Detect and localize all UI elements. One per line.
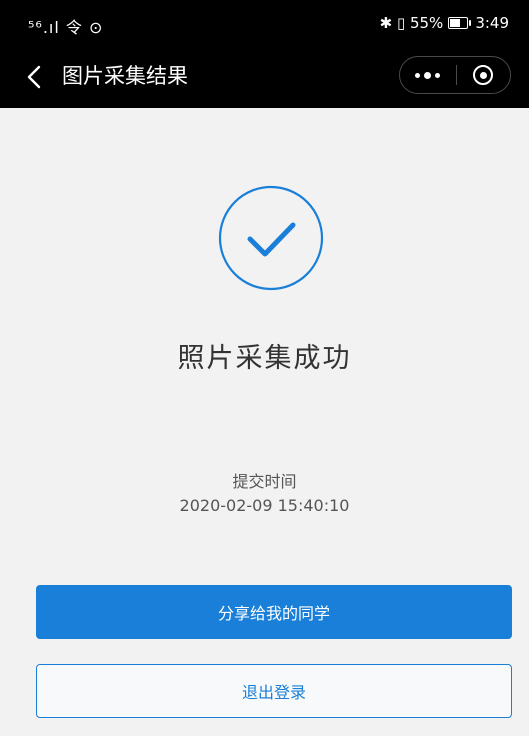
share-button[interactable]: 分享给我的同学 [36,585,512,639]
logout-button[interactable]: 退出登录 [36,664,512,718]
mini-program-capsule [399,56,511,94]
status-indicators: ✱ ▯ 55% [379,14,444,32]
battery-icon [448,17,472,29]
submit-time-label: 提交时间 [232,472,297,491]
status-bar: ⁵⁶.ıl 令 ⊙ ✱ ▯ 55% 3:49 [0,0,529,46]
page-title: 图片采集结果 [62,64,188,88]
success-title: 照片采集成功 [177,343,352,374]
chevron-left-icon[interactable] [24,64,46,90]
more-dots-icon[interactable] [400,57,456,93]
nav-bar: 图片采集结果 [0,46,529,108]
status-time: 3:49 [475,14,509,32]
signal-icons: ⁵⁶.ıl 令 ⊙ [28,18,104,37]
target-icon[interactable] [456,57,510,93]
submit-time-value: 2020-02-09 15:40:10 [179,496,350,515]
check-circle-icon [218,185,324,291]
status-right: ✱ ▯ 55% 3:49 [380,14,509,32]
